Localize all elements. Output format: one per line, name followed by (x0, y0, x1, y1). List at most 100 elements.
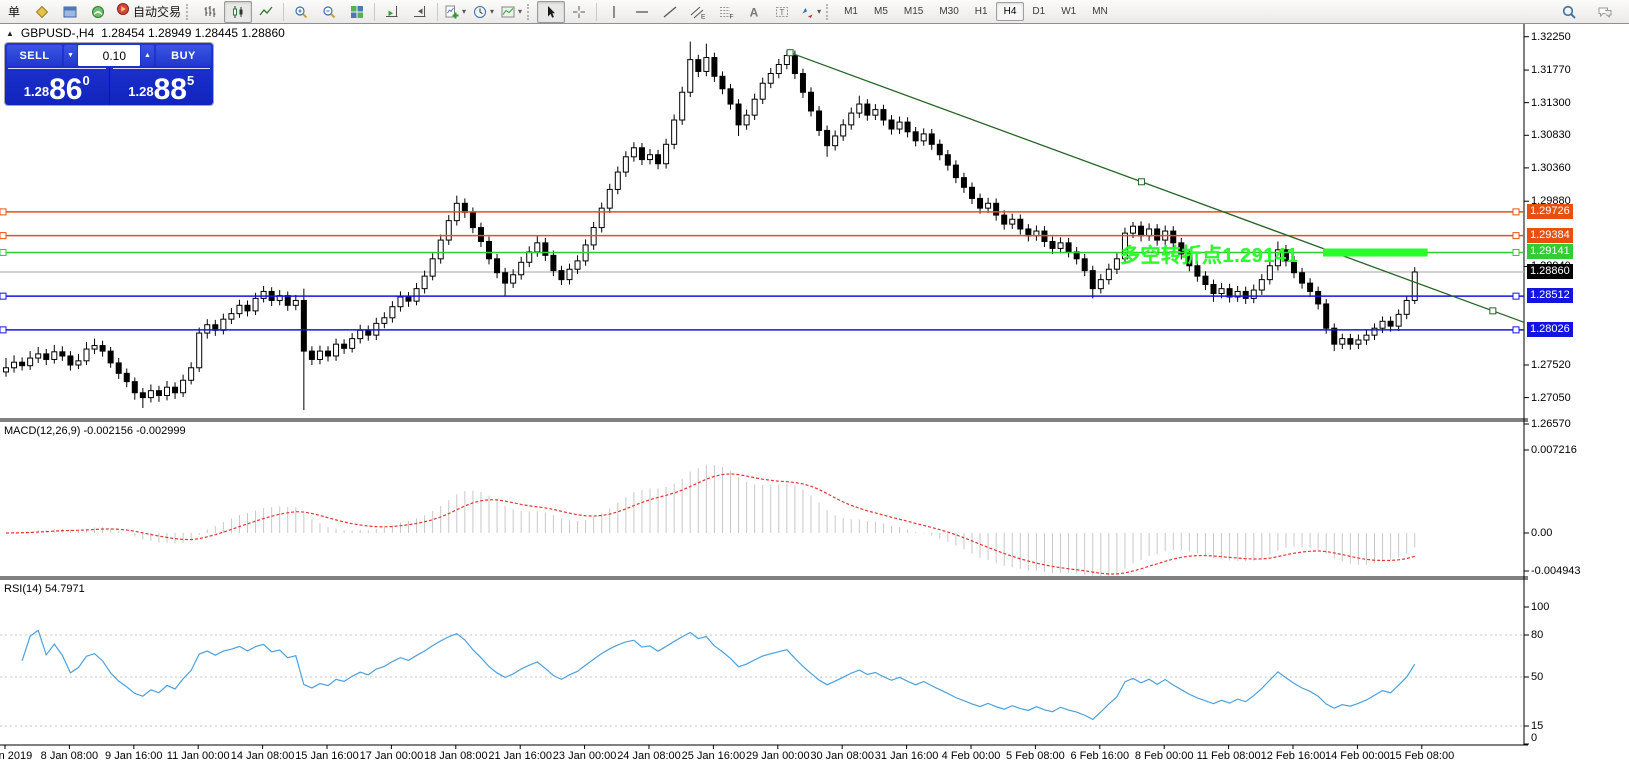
sell-price-pip: 0 (82, 73, 89, 88)
dropdown-caret-icon[interactable]: ▾ (462, 8, 466, 16)
zoom-out-button[interactable] (315, 1, 343, 23)
macd-scale-label: 0.00 (1531, 527, 1552, 539)
sell-price-big: 86 (49, 77, 82, 103)
templates-button[interactable]: ▾ (497, 1, 525, 23)
pivot-annotation-text[interactable]: 多空转折点1.29141 (1120, 239, 1298, 268)
scroll-to-end-button[interactable] (378, 1, 406, 23)
timeframe-m5[interactable]: M5 (866, 2, 896, 21)
zoom-out-icon (321, 4, 337, 20)
time-axis-label: 15 Jan 16:00 (295, 750, 359, 762)
crosshair-button[interactable] (565, 1, 593, 23)
timeframe-mn[interactable]: MN (1084, 2, 1116, 21)
sell-price-prefix: 1.28 (24, 84, 49, 99)
dropdown-caret-icon[interactable]: ▾ (817, 8, 821, 16)
highlight-bar[interactable] (1323, 248, 1428, 256)
time-axis-label: 6 Feb 16:00 (1070, 750, 1129, 762)
equidistant-channel-button[interactable]: E (684, 1, 712, 23)
price-tick-label: 1.30830 (1531, 129, 1571, 141)
zoom-in-button[interactable] (287, 1, 315, 23)
signals-button[interactable] (84, 1, 112, 23)
toolbar-separator (283, 3, 284, 21)
navigator-icon (62, 4, 78, 20)
bar-chart-icon (202, 4, 218, 20)
buy-price-prefix: 1.28 (128, 84, 153, 99)
toolbar-grip[interactable] (826, 4, 833, 20)
horizontal-line-1.28026[interactable] (0, 327, 1524, 333)
timeframe-h1[interactable]: H1 (967, 2, 996, 21)
text-button[interactable]: A (740, 1, 768, 23)
new-chart-button[interactable]: ▾ (441, 1, 469, 23)
horizontal-line-1.29726[interactable] (0, 209, 1524, 215)
toolbar-separator (596, 3, 597, 21)
line-chart-button[interactable] (252, 1, 280, 23)
price-badge-1.28512: 1.28512 (1527, 288, 1573, 303)
volume-input[interactable]: 0.10 (78, 45, 140, 66)
periods-button[interactable]: ▾ (469, 1, 497, 23)
candlestick-button[interactable] (224, 1, 252, 23)
timeframe-d1[interactable]: D1 (1024, 2, 1053, 21)
chart-canvas[interactable] (0, 0, 1629, 770)
toolbar-separator (437, 3, 438, 21)
autotrading-icon (115, 1, 131, 17)
candles[interactable] (4, 42, 1418, 411)
volume-decrease-button[interactable]: ▼ (64, 45, 77, 66)
timeframe-m30[interactable]: M30 (931, 2, 966, 21)
timeframe-m15[interactable]: M15 (896, 2, 931, 21)
auto-scroll-button[interactable] (406, 1, 434, 23)
auto-scroll-icon (412, 4, 428, 20)
line-chart-icon (258, 4, 274, 20)
time-axis-label: 21 Jan 16:00 (488, 750, 552, 762)
fibonacci-icon: F (718, 4, 734, 20)
sell-price[interactable]: 1.28 86 0 (8, 68, 106, 105)
horizontal-line-button[interactable] (628, 1, 656, 23)
search-icon (1561, 4, 1577, 20)
fibonacci-button[interactable]: F (712, 1, 740, 23)
toolbar-grip[interactable] (186, 4, 193, 20)
buy-button[interactable]: BUY (156, 45, 211, 66)
vertical-line-button[interactable] (600, 1, 628, 23)
bar-chart-button[interactable] (196, 1, 224, 23)
timeframe-w1[interactable]: W1 (1053, 2, 1084, 21)
dropdown-caret-icon[interactable]: ▾ (490, 8, 494, 16)
buy-price[interactable]: 1.28 88 5 (113, 68, 211, 105)
chart-title: ▲ GBPUSD-,H4 1.28454 1.28949 1.28445 1.2… (6, 26, 285, 40)
tile-windows-button[interactable] (343, 1, 371, 23)
time-axis-label: 18 Jan 08:00 (424, 750, 488, 762)
navigator-button[interactable] (56, 1, 84, 23)
dropdown-caret-icon[interactable]: ▾ (518, 8, 522, 16)
new-order-button[interactable]: 单 (0, 1, 28, 23)
arrows-button[interactable]: ▾ (796, 1, 824, 23)
mt4-window: 单 自动交易 ▾ ▾ ▾ EF AT ▾ M1M5M15M30H1H4D1W1MN ▲ … (0, 0, 1629, 770)
time-axis-label: 14 Feb 00:00 (1325, 750, 1390, 762)
timeframe-m1[interactable]: M1 (836, 2, 866, 21)
market-watch-icon (34, 4, 50, 20)
timeframes-group: M1M5M15M30H1H4D1W1MN (836, 2, 1116, 21)
autotrading-button[interactable]: 自动交易 (112, 1, 184, 23)
sell-button[interactable]: SELL (7, 45, 62, 66)
descending-trendline[interactable] (787, 50, 1524, 323)
macd-histogram (6, 465, 1415, 576)
time-axis-label: 15 Feb 08:00 (1389, 750, 1454, 762)
periods-icon (472, 4, 488, 20)
market-watch-button[interactable] (28, 1, 56, 23)
main-toolbar: 单 自动交易 ▾ ▾ ▾ EF AT ▾ M1M5M15M30H1H4D1W1MN (0, 0, 1629, 24)
trendline-button[interactable] (656, 1, 684, 23)
chat-button[interactable] (1591, 1, 1619, 23)
price-badge-1.28026: 1.28026 (1527, 322, 1573, 337)
autotrading-label: 自动交易 (133, 3, 181, 20)
price-tick-label: 1.27520 (1531, 359, 1571, 371)
svg-text:A: A (750, 5, 759, 19)
cursor-button[interactable] (537, 1, 565, 23)
macd-scale-label: -0.004943 (1531, 565, 1581, 577)
text-label-button[interactable]: T (768, 1, 796, 23)
toolbar-grip[interactable] (527, 4, 534, 20)
collapse-arrow-icon[interactable]: ▲ (6, 29, 14, 38)
new-order-label: 单 (8, 3, 20, 20)
search-button[interactable] (1555, 1, 1583, 23)
timeframe-h4[interactable]: H4 (996, 2, 1025, 21)
signals-icon (90, 4, 106, 20)
horizontal-line-1.28512[interactable] (0, 293, 1524, 299)
volume-increase-button[interactable]: ▲ (141, 45, 154, 66)
text-icon: A (746, 4, 762, 20)
rsi-scale-label: 50 (1531, 671, 1543, 683)
